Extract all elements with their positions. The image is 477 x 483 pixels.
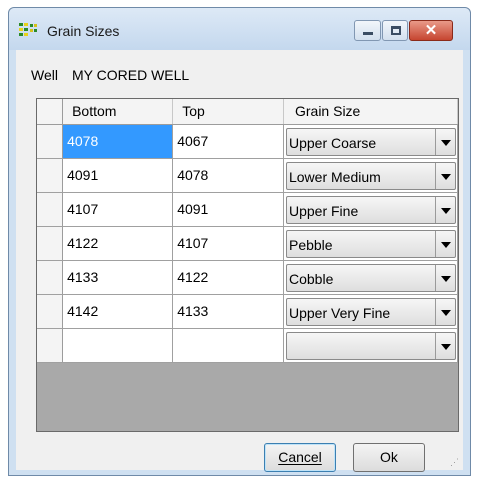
- table-row: 4078 4067 Upper Coarse: [37, 124, 458, 159]
- row-header[interactable]: [37, 328, 64, 363]
- grain-sizes-app-icon: [19, 23, 37, 36]
- grain-size-cell[interactable]: Lower Medium: [283, 158, 458, 193]
- table-row: 4091 4078 Lower Medium: [37, 158, 458, 193]
- column-header-top[interactable]: Top: [172, 99, 284, 125]
- dropdown-button[interactable]: [434, 196, 455, 223]
- grain-sizes-dialog: Grain Sizes ✕ Well MY CORED WELL Bottom …: [8, 7, 471, 476]
- close-button[interactable]: ✕: [409, 20, 453, 41]
- grain-size-cell[interactable]: [283, 328, 458, 363]
- row-header[interactable]: [37, 192, 64, 227]
- bottom-cell[interactable]: 4142: [62, 294, 174, 329]
- grain-size-value: Upper Very Fine: [288, 304, 391, 321]
- bottom-cell[interactable]: 4107: [62, 192, 174, 227]
- dropdown-button[interactable]: [434, 162, 455, 189]
- grain-size-value: Upper Fine: [288, 202, 359, 219]
- bottom-cell[interactable]: [62, 328, 174, 363]
- window-title: Grain Sizes: [47, 23, 120, 39]
- row-header[interactable]: [37, 260, 64, 295]
- close-icon: ✕: [424, 22, 438, 39]
- maximize-icon: [391, 26, 401, 35]
- row-header[interactable]: [37, 294, 64, 329]
- top-cell[interactable]: 4091: [172, 192, 284, 227]
- new-row: [37, 328, 458, 363]
- grain-size-cell[interactable]: Upper Coarse: [283, 124, 458, 159]
- row-header-corner: [37, 99, 64, 125]
- top-cell[interactable]: 4133: [172, 294, 284, 329]
- cancel-button[interactable]: Cancel: [264, 443, 336, 472]
- grain-size-dropdown[interactable]: Upper Very Fine: [285, 297, 456, 326]
- minimize-button[interactable]: [354, 20, 381, 41]
- grain-size-value: Pebble: [288, 236, 333, 253]
- dropdown-button[interactable]: [434, 298, 455, 325]
- ok-button[interactable]: Ok: [353, 443, 425, 472]
- top-cell[interactable]: 4078: [172, 158, 284, 193]
- table-row: 4133 4122 Cobble: [37, 260, 458, 295]
- grid-body: 4078 4067 Upper Coarse 4091 4078 Lower M…: [37, 124, 458, 363]
- resize-grip-icon[interactable]: ⋰: [450, 457, 460, 467]
- grain-size-dropdown[interactable]: Upper Coarse: [285, 127, 456, 156]
- dropdown-button[interactable]: [434, 230, 455, 257]
- top-cell[interactable]: 4107: [172, 226, 284, 261]
- cancel-button-label: Cancel: [278, 449, 322, 465]
- grain-size-value: Upper Coarse: [288, 134, 377, 151]
- table-row: 4122 4107 Pebble: [37, 226, 458, 261]
- grain-size-cell[interactable]: Upper Fine: [283, 192, 458, 227]
- row-header[interactable]: [37, 124, 64, 159]
- row-header[interactable]: [37, 226, 64, 261]
- minimize-icon: [363, 32, 373, 35]
- grain-size-cell[interactable]: Upper Very Fine: [283, 294, 458, 329]
- dropdown-button[interactable]: [434, 264, 455, 291]
- chevron-down-icon: [440, 309, 451, 316]
- maximize-button[interactable]: [382, 20, 408, 41]
- grain-size-dropdown[interactable]: Pebble: [285, 229, 456, 258]
- chevron-down-icon: [440, 207, 451, 214]
- well-label: Well: [31, 67, 58, 83]
- grain-size-grid[interactable]: Bottom Top Grain Size 4078 4067 Upper Co…: [36, 98, 459, 432]
- grain-size-cell[interactable]: Pebble: [283, 226, 458, 261]
- top-cell[interactable]: [172, 328, 284, 363]
- dropdown-button[interactable]: [434, 332, 455, 359]
- row-header[interactable]: [37, 158, 64, 193]
- chevron-down-icon: [440, 275, 451, 282]
- well-name: MY CORED WELL: [72, 67, 190, 83]
- grain-size-dropdown[interactable]: Lower Medium: [285, 161, 456, 190]
- table-row: 4142 4133 Upper Very Fine: [37, 294, 458, 329]
- chevron-down-icon: [440, 241, 451, 248]
- chevron-down-icon: [440, 173, 451, 180]
- grain-size-value: Cobble: [288, 270, 334, 287]
- column-header-bottom[interactable]: Bottom: [62, 99, 174, 125]
- grain-size-value: Lower Medium: [288, 168, 381, 185]
- chevron-down-icon: [440, 139, 451, 146]
- grid-header-row: Bottom Top Grain Size: [37, 99, 458, 125]
- grain-size-dropdown[interactable]: Upper Fine: [285, 195, 456, 224]
- grain-size-dropdown[interactable]: [285, 331, 456, 360]
- column-header-grain-size[interactable]: Grain Size: [283, 99, 458, 125]
- ok-button-label: Ok: [380, 449, 398, 465]
- grain-size-dropdown[interactable]: Cobble: [285, 263, 456, 292]
- bottom-cell[interactable]: 4078: [62, 124, 174, 159]
- grain-size-cell[interactable]: Cobble: [283, 260, 458, 295]
- table-row: 4107 4091 Upper Fine: [37, 192, 458, 227]
- top-cell[interactable]: 4067: [172, 124, 284, 159]
- grain-size-table: Bottom Top Grain Size 4078 4067 Upper Co…: [37, 99, 458, 363]
- title-bar[interactable]: Grain Sizes ✕: [9, 8, 470, 50]
- bottom-cell[interactable]: 4091: [62, 158, 174, 193]
- chevron-down-icon: [440, 343, 451, 350]
- bottom-cell[interactable]: 4122: [62, 226, 174, 261]
- bottom-cell[interactable]: 4133: [62, 260, 174, 295]
- dialog-client-area: Well MY CORED WELL Bottom Top Grain Size…: [16, 50, 463, 472]
- top-cell[interactable]: 4122: [172, 260, 284, 295]
- dropdown-button[interactable]: [434, 128, 455, 155]
